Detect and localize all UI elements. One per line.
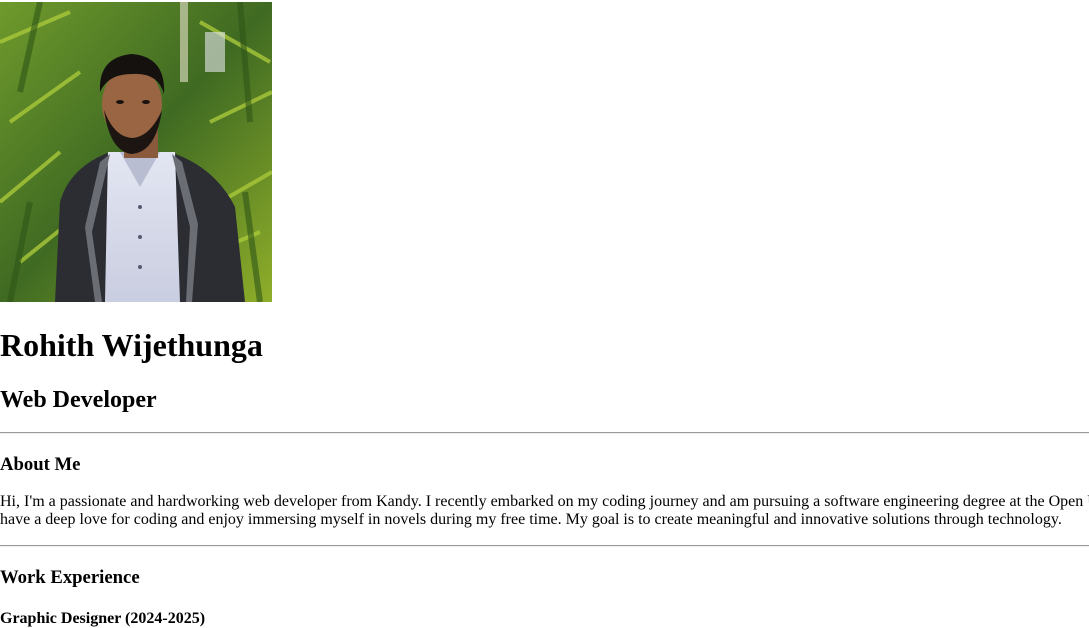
about-heading: About Me — [0, 454, 81, 475]
profile-name: Rohith Wijethunga — [0, 327, 263, 363]
divider — [0, 432, 1089, 434]
job-title: Graphic Designer (2024-2025) — [0, 610, 206, 627]
content: Rohith Wijethunga Web Developer About Me… — [0, 0, 1089, 628]
profile-photo-image — [0, 2, 272, 302]
divider — [0, 545, 1089, 547]
profile-title: Web Developer — [0, 387, 157, 413]
page: Rohith Wijethunga Web Developer About Me… — [0, 0, 1089, 628]
about-text: Hi, I'm a passionate and hardworking web… — [0, 493, 1089, 528]
profile-photo — [0, 2, 272, 302]
work-heading: Work Experience — [0, 567, 140, 588]
